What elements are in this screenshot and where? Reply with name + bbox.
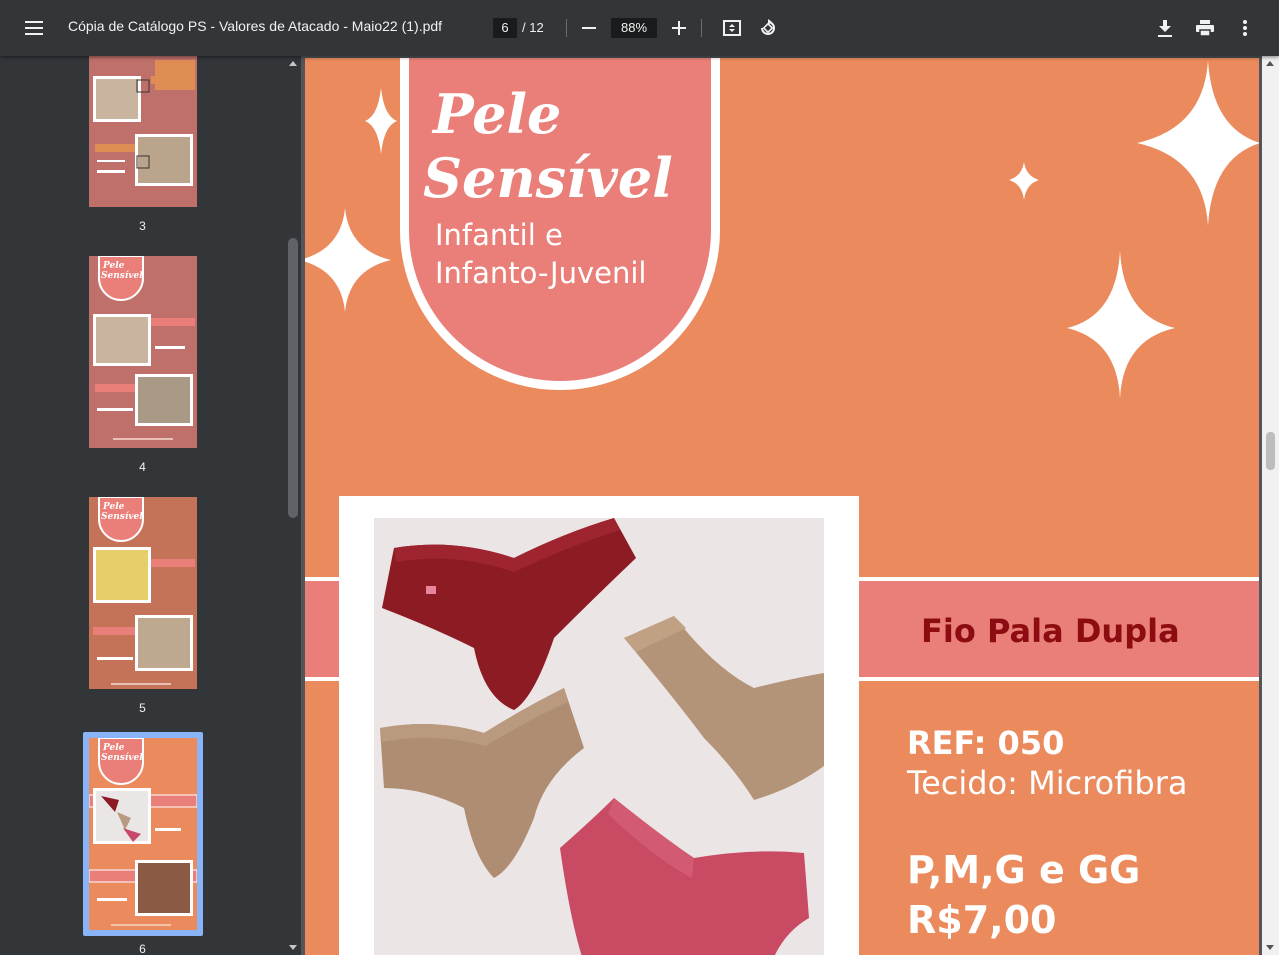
svg-text:Pele: Pele [102, 743, 125, 753]
thumbnail-page-6[interactable]: Pele Sensível [88, 737, 198, 930]
thumbnail-page-4[interactable]: Pele Sensível [89, 255, 197, 448]
thumbnail-preview [89, 56, 197, 207]
product-fabric: Tecido: Microfibra [907, 764, 1188, 802]
zoom-in-icon [672, 21, 686, 35]
pdf-toolbar: Cópia de Catálogo PS - Valores de Atacad… [0, 0, 1279, 56]
main-scrollbar[interactable] [1262, 56, 1279, 955]
panties-illustration [374, 518, 824, 955]
svg-text:Pele: Pele [102, 261, 125, 271]
fit-page-button[interactable] [712, 8, 752, 48]
document-title: Cópia de Catálogo PS - Valores de Atacad… [68, 18, 443, 34]
thumbnail-preview: Pele Sensível [89, 496, 197, 689]
product-photo-frame [339, 496, 859, 955]
scroll-up-arrow-icon[interactable] [289, 61, 297, 66]
menu-button[interactable] [14, 8, 54, 48]
thumbnail-page-3[interactable] [89, 56, 197, 207]
svg-text:Sensível: Sensível [101, 752, 143, 763]
svg-text:Pele: Pele [102, 502, 125, 512]
thumbnail-label: 4 [139, 460, 146, 474]
pdf-page: Pele Sensível Infantil e Infanto-Juvenil [305, 58, 1259, 955]
sidebar-scrollbar[interactable] [285, 56, 301, 955]
download-button[interactable] [1145, 8, 1185, 48]
product-photo [374, 518, 824, 955]
pdf-viewer: Pele Sensível Infantil e Infanto-Juvenil [301, 56, 1279, 955]
svg-text:Sensível: Sensível [101, 511, 143, 522]
thumbnail-preview: Pele Sensível [88, 737, 198, 930]
product-ref: REF: 050 [907, 724, 1065, 762]
zoom-input[interactable] [611, 18, 657, 38]
product-sizes: P,M,G e GG [907, 848, 1141, 892]
thumbnail-label: 5 [139, 701, 146, 715]
menu-icon [25, 21, 43, 35]
page-total: / 12 [522, 20, 544, 35]
zoom-out-icon [582, 27, 596, 29]
scroll-up-arrow-icon[interactable] [1266, 61, 1274, 66]
more-options-button[interactable] [1225, 8, 1265, 48]
zoom-out-button[interactable] [569, 8, 609, 48]
subtitle-line1: Infantil e [435, 218, 563, 252]
thumbnail-label: 3 [139, 219, 146, 233]
thumbnail-label: 6 [139, 942, 146, 955]
fit-page-icon [723, 20, 741, 36]
toolbar-divider [566, 19, 567, 37]
rotate-icon [761, 19, 775, 35]
thumbnail-preview: Pele Sensível [89, 255, 197, 448]
thumbnail-sidebar: 3 Pele Sensível 4 Pele Sensível 5 Pele S… [0, 56, 285, 955]
scrollbar-thumb[interactable] [1266, 432, 1275, 470]
print-icon [1196, 20, 1214, 36]
subtitle-line2: Infanto-Juvenil [435, 256, 647, 290]
download-icon [1158, 19, 1172, 37]
scrollbar-thumb[interactable] [288, 238, 298, 518]
page-number-input[interactable] [493, 18, 517, 38]
thumbnail-page-5[interactable]: Pele Sensível [89, 496, 197, 689]
print-button[interactable] [1185, 8, 1225, 48]
brand-title-line2: Sensível [423, 146, 673, 210]
scroll-down-arrow-icon[interactable] [1266, 945, 1274, 950]
svg-text:Sensível: Sensível [101, 270, 143, 281]
toolbar-divider [701, 19, 702, 37]
zoom-in-button[interactable] [659, 8, 699, 48]
scroll-down-arrow-icon[interactable] [289, 945, 297, 950]
brand-title-line1: Pele [433, 82, 562, 146]
product-price: R$7,00 [907, 898, 1057, 942]
rotate-button[interactable] [748, 8, 788, 48]
product-name: Fio Pala Dupla [921, 612, 1180, 650]
more-vert-icon [1243, 20, 1247, 36]
